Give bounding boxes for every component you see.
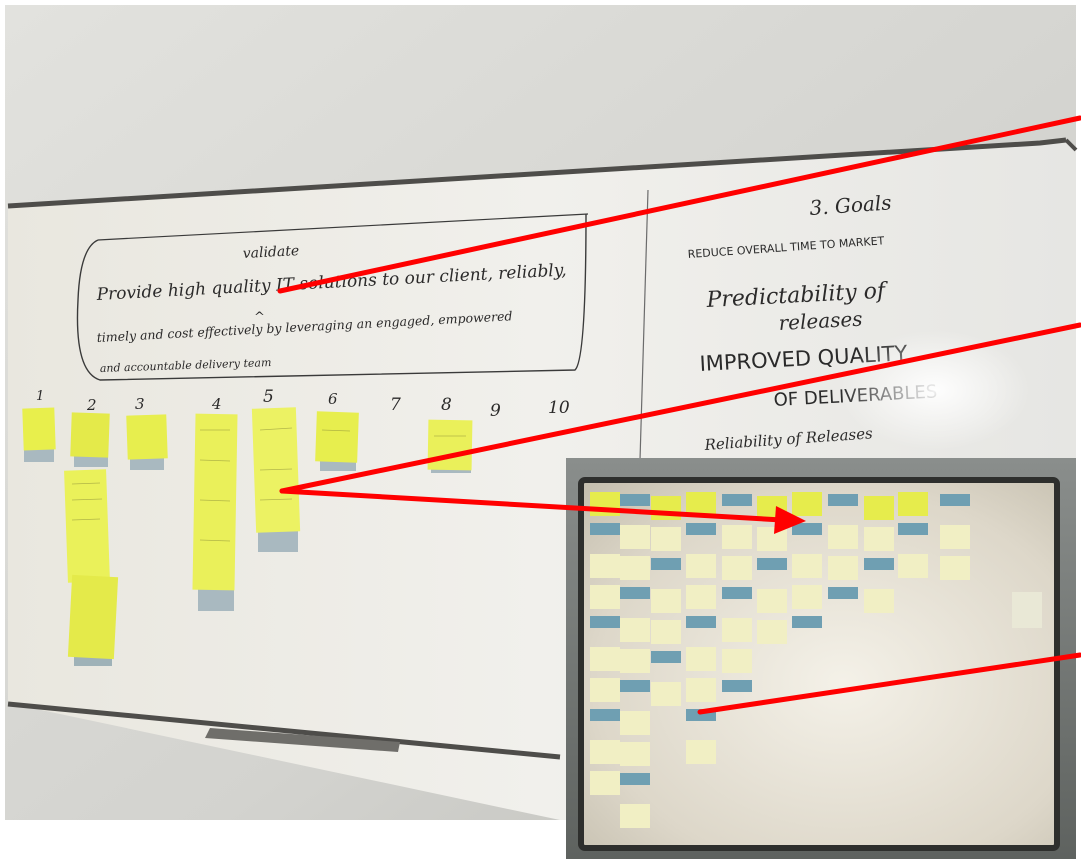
inset-sticky-note [620, 680, 650, 692]
goal-item: releases [778, 307, 863, 335]
inset-sticky-note [898, 523, 928, 535]
column-number: 1 [36, 389, 44, 404]
inset-sticky-note [686, 678, 716, 702]
inset-sticky-note [620, 711, 650, 735]
inset-sticky-note [1012, 592, 1042, 628]
sticky-note [22, 407, 56, 451]
inset-sticky-note [686, 554, 716, 578]
inset-sticky-note [898, 554, 928, 578]
inset-sticky-note [590, 585, 620, 609]
inset-sticky-note [792, 554, 822, 578]
inset-sticky-note [651, 558, 681, 570]
inset-sticky-note [686, 523, 716, 535]
inset-sticky-note [757, 620, 787, 644]
inset-sticky-note [590, 647, 620, 671]
sticky-note [126, 414, 168, 460]
mission-heading: validate [242, 243, 299, 262]
inset-photo [566, 458, 1076, 859]
inset-sticky-note [620, 525, 650, 549]
inset-sticky-note [722, 587, 752, 599]
inset-sticky-note [722, 649, 752, 673]
inset-sticky-note [590, 709, 620, 721]
inset-sticky-note [590, 740, 620, 764]
inset-sticky-note [651, 589, 681, 613]
inset-sticky-note [590, 678, 620, 702]
inset-sticky-note [651, 620, 681, 644]
inset-sticky-note [686, 585, 716, 609]
inset-sticky-note [864, 527, 894, 551]
column-number: 3 [135, 395, 145, 413]
sticky-note [315, 411, 359, 463]
sticky-note [192, 413, 238, 591]
inset-sticky-note [620, 587, 650, 599]
inset-sticky-note [722, 680, 752, 692]
column-number: 7 [390, 395, 401, 415]
sticky-note [70, 412, 110, 458]
column-number: 8 [441, 395, 452, 415]
inset-sticky-note [898, 492, 928, 516]
inset-sticky-note [620, 773, 650, 785]
inset-sticky-note [651, 496, 681, 520]
column-number: 10 [548, 398, 570, 418]
inset-sticky-note [651, 682, 681, 706]
inset-sticky-note [828, 525, 858, 549]
inset-sticky-note [722, 618, 752, 642]
inset-sticky-note [651, 651, 681, 663]
inset-sticky-note [828, 556, 858, 580]
inset-sticky-note [792, 492, 822, 516]
inset-sticky-note [792, 585, 822, 609]
inset-sticky-note [686, 647, 716, 671]
column-number: 9 [490, 401, 501, 421]
inset-sticky-note [757, 558, 787, 570]
inset-sticky-note [757, 589, 787, 613]
inset-sticky-note [686, 740, 716, 764]
inset-sticky-note [722, 525, 752, 549]
inset-sticky-note [828, 587, 858, 599]
inset-sticky-note [620, 742, 650, 766]
sticky-note [64, 469, 110, 583]
inset-sticky-note [940, 556, 970, 580]
inset-sticky-note [620, 649, 650, 673]
inset-sticky-note [757, 527, 787, 551]
inset-sticky-note [940, 525, 970, 549]
inset-sticky-note [590, 616, 620, 628]
column-number: 5 [263, 387, 274, 407]
column-number: 6 [328, 390, 338, 408]
inset-sticky-note [864, 496, 894, 520]
inset-sticky-note [620, 618, 650, 642]
inset-sticky-note [686, 616, 716, 628]
inset-sticky-note [722, 556, 752, 580]
inset-sticky-note [792, 616, 822, 628]
inset-sticky-note [590, 523, 620, 535]
inset-sticky-note [620, 804, 650, 828]
sticky-note [427, 419, 473, 471]
inset-sticky-note [722, 494, 752, 506]
inset-sticky-note [590, 771, 620, 795]
inset-sticky-note [590, 554, 620, 578]
inset-sticky-note [620, 494, 650, 506]
inset-sticky-note [940, 494, 970, 506]
inset-sticky-note [864, 589, 894, 613]
column-number: 2 [86, 396, 97, 414]
column-number: 4 [211, 395, 222, 413]
sticky-note [251, 407, 301, 533]
inset-sticky-note [828, 494, 858, 506]
inset-sticky-note [620, 556, 650, 580]
inset-sticky-note [864, 558, 894, 570]
sticky-note [67, 574, 119, 660]
annotated-photo: validate Provide high quality IT solutio… [5, 5, 1081, 859]
inset-sticky-note [651, 527, 681, 551]
